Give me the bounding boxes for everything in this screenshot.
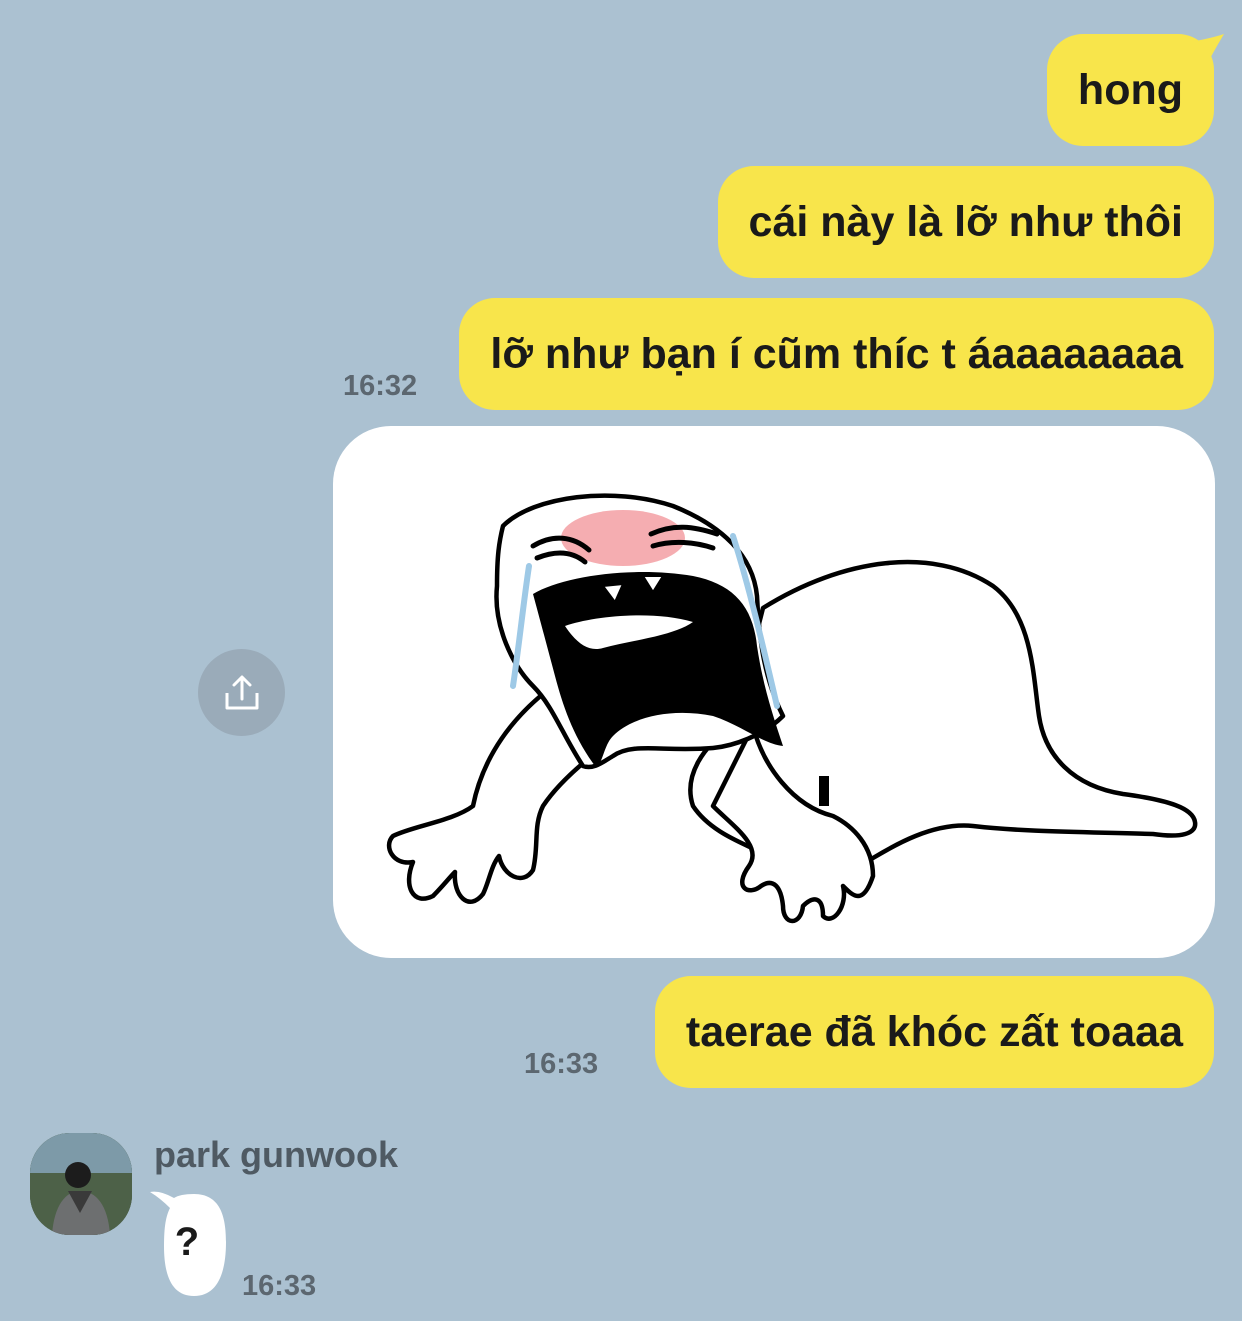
message-timestamp: 16:32 bbox=[343, 370, 418, 402]
message-text: taerae đã khóc zất toaaa bbox=[685, 1007, 1183, 1056]
message-timestamp: 16:33 bbox=[524, 1048, 599, 1080]
sticker-message[interactable] bbox=[333, 426, 1215, 958]
message-timestamp: 16:33 bbox=[242, 1270, 317, 1302]
message-text: cái này là lỡ như thôi bbox=[748, 197, 1183, 246]
share-icon bbox=[225, 675, 258, 709]
crying-creature-sticker bbox=[386, 493, 1198, 924]
message-bubble-outgoing[interactable]: cái này là lỡ như thôi bbox=[717, 166, 1214, 278]
message-bubble-outgoing[interactable]: taerae đã khóc zất toaaa bbox=[654, 976, 1214, 1088]
sender-name: park gunwook bbox=[154, 1134, 399, 1175]
message-text: lỡ như bạn í cũm thíc t áaaaaaaaa bbox=[490, 329, 1183, 378]
message-bubble-outgoing[interactable]: hong bbox=[1046, 34, 1214, 146]
profile-photo-icon bbox=[30, 1133, 132, 1235]
share-button[interactable] bbox=[198, 649, 285, 736]
avatar[interactable] bbox=[30, 1133, 132, 1235]
message-bubble-outgoing[interactable]: lỡ như bạn í cũm thíc t áaaaaaaaa bbox=[459, 298, 1214, 410]
message-text: ? bbox=[174, 1219, 200, 1264]
message-text: hong bbox=[1077, 65, 1183, 114]
